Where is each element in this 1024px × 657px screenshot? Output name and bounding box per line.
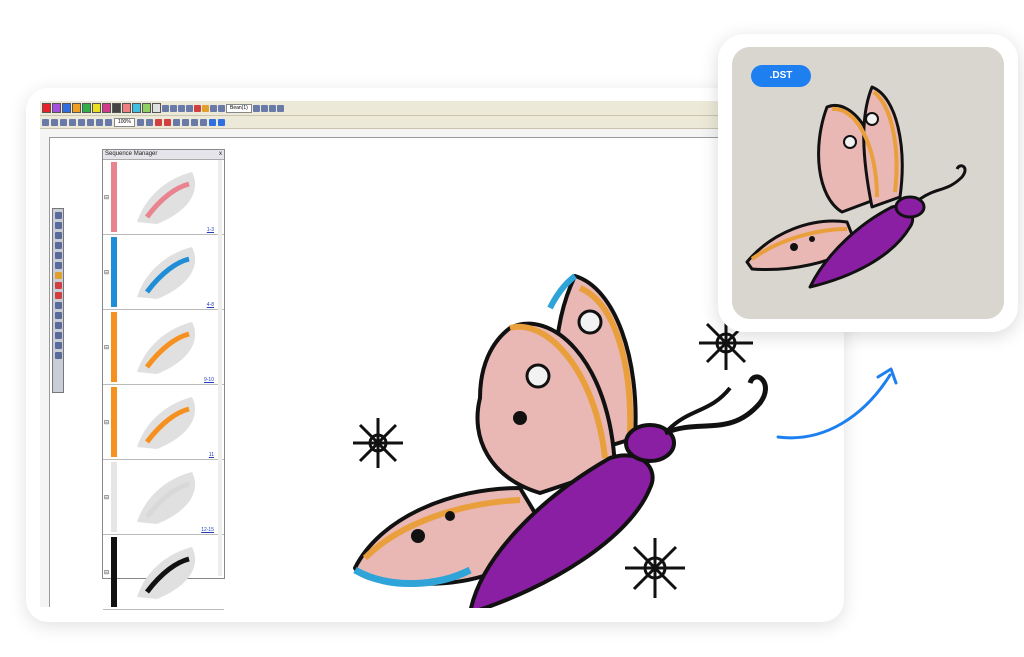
tool-icon[interactable] — [202, 104, 209, 112]
copy-icon[interactable] — [87, 118, 94, 126]
tool-icon[interactable] — [54, 282, 62, 289]
tool-icon[interactable] — [199, 118, 207, 126]
expand-icon[interactable]: ⊟ — [104, 194, 109, 201]
sequence-list: ⊟ 1-3 ⊟ 4-8 ⊟ 9-10 ⊟ 11 ⊟ 12-15 ⊟ — [103, 160, 224, 610]
sequence-item[interactable]: ⊟ 1-3 — [103, 160, 224, 235]
tool-icon[interactable] — [163, 118, 171, 126]
stitch-range-label[interactable]: 1-3 — [207, 227, 214, 233]
embroidered-fabric-image: .DST — [732, 47, 1004, 319]
tool-icon[interactable] — [194, 104, 201, 112]
undo-icon[interactable] — [105, 118, 112, 126]
sequence-item[interactable]: ⊟ 9-10 — [103, 310, 224, 385]
sequence-manager-title: Sequence Manager — [105, 151, 158, 157]
color-swatch[interactable] — [82, 103, 91, 113]
tool-icon[interactable] — [178, 104, 185, 112]
tool-icon[interactable] — [54, 312, 62, 319]
expand-icon[interactable]: ⊟ — [104, 419, 109, 426]
dst-preview-card: .DST — [718, 34, 1018, 332]
color-swatch[interactable] — [42, 103, 51, 113]
stitched-butterfly — [732, 47, 1004, 319]
tool-icon[interactable] — [54, 292, 62, 299]
tool-icon[interactable] — [208, 118, 216, 126]
color-swatch[interactable] — [152, 103, 161, 113]
tool-icon[interactable] — [172, 118, 180, 126]
tool-icon[interactable] — [54, 322, 62, 329]
tool-icon[interactable] — [210, 104, 217, 112]
expand-icon[interactable]: ⊟ — [104, 569, 109, 576]
tool-icon[interactable] — [54, 332, 62, 339]
print-icon[interactable] — [69, 118, 76, 126]
tool-icon[interactable] — [260, 104, 268, 112]
tool-icon[interactable] — [54, 352, 62, 359]
color-swatch[interactable] — [142, 103, 151, 113]
toolbar-second: 100% — [40, 116, 742, 129]
arrow-icon — [776, 367, 898, 440]
sequence-item[interactable]: ⊟ 11 — [103, 385, 224, 460]
cut-icon[interactable] — [78, 118, 85, 126]
tool-icon[interactable] — [217, 118, 225, 126]
object-thumbnail — [137, 547, 196, 599]
panel-title: Sequence Manager x — [103, 150, 224, 160]
color-swatch[interactable] — [92, 103, 101, 113]
sequence-item[interactable]: ⊟ 12-15 — [103, 460, 224, 535]
shape-tool-icon[interactable] — [54, 242, 62, 249]
object-thumbnail — [137, 397, 196, 449]
toolbar-top: Bean(1) — [40, 101, 742, 116]
sparkle-icon — [353, 418, 403, 468]
stitch-range-label[interactable]: 12-15 — [201, 527, 214, 533]
tool-icon[interactable] — [276, 104, 284, 112]
paste-icon[interactable] — [96, 118, 103, 126]
dst-format-badge: .DST — [751, 65, 811, 87]
tool-icon[interactable] — [162, 104, 169, 112]
new-file-icon[interactable] — [42, 118, 49, 126]
color-swatch[interactable] — [122, 103, 131, 113]
close-icon[interactable]: x — [219, 150, 222, 159]
object-thumbnail — [137, 172, 196, 224]
sequence-item[interactable]: ⊟ — [103, 535, 224, 610]
color-swatch[interactable] — [72, 103, 81, 113]
tool-icon[interactable] — [154, 118, 162, 126]
expand-icon[interactable]: ⊟ — [104, 344, 109, 351]
sequence-item[interactable]: ⊟ 4-8 — [103, 235, 224, 310]
zoom-combo[interactable]: 100% — [114, 117, 135, 127]
zoom-icon[interactable] — [136, 118, 144, 126]
tool-icon[interactable] — [190, 118, 198, 126]
stitch-range-label[interactable]: 11 — [209, 452, 214, 458]
tool-icon[interactable] — [54, 272, 62, 279]
color-swatch[interactable] — [112, 103, 121, 113]
tool-icon[interactable] — [218, 104, 225, 112]
vertical-ruler — [40, 137, 50, 607]
color-swatch[interactable] — [62, 103, 71, 113]
tool-icon[interactable] — [252, 104, 260, 112]
color-swatch[interactable] — [52, 103, 61, 113]
expand-icon[interactable]: ⊟ — [104, 269, 109, 276]
object-thumbnail — [137, 247, 196, 299]
color-swatch[interactable] — [102, 103, 111, 113]
fill-tool-icon[interactable] — [54, 252, 62, 259]
tool-icon[interactable] — [268, 104, 276, 112]
tool-icon[interactable] — [170, 104, 177, 112]
tool-icon[interactable] — [54, 302, 62, 309]
select-tool-icon[interactable] — [54, 212, 62, 219]
tool-icon[interactable] — [181, 118, 189, 126]
save-icon[interactable] — [60, 118, 67, 126]
horizontal-ruler — [40, 129, 740, 138]
scrollbar[interactable] — [218, 160, 222, 576]
stitch-type-combo[interactable]: Bean(1) — [226, 103, 252, 113]
color-swatch[interactable] — [132, 103, 141, 113]
sequence-manager-panel: Sequence Manager x ⊟ 1-3 ⊟ 4-8 ⊟ 9-10 ⊟ 11 ⊟ 12-1… — [102, 149, 225, 610]
tool-palette — [52, 208, 64, 393]
object-thumbnail — [137, 472, 196, 524]
stitch-range-label[interactable]: 4-8 — [207, 302, 214, 308]
tool-icon[interactable] — [186, 104, 193, 112]
object-thumbnail — [137, 322, 196, 374]
zoom-fit-icon[interactable] — [145, 118, 153, 126]
stitch-range-label[interactable]: 9-10 — [204, 377, 214, 383]
draw-tool-icon[interactable] — [54, 232, 62, 239]
tool-icon[interactable] — [54, 342, 62, 349]
open-file-icon[interactable] — [51, 118, 58, 126]
text-tool-icon[interactable] — [54, 262, 62, 269]
edit-tool-icon[interactable] — [54, 222, 62, 229]
expand-icon[interactable]: ⊟ — [104, 494, 109, 501]
